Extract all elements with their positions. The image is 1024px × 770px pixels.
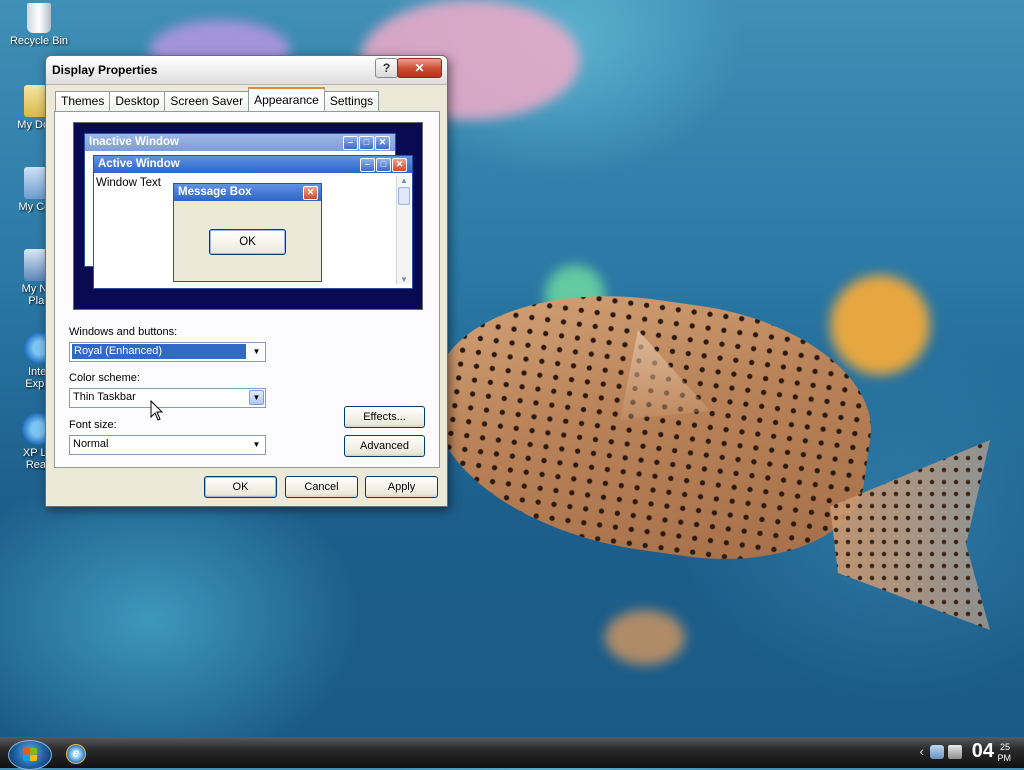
color-scheme-label: Color scheme:	[69, 372, 140, 384]
minimize-icon: –	[343, 136, 358, 150]
recycle-bin-icon	[27, 3, 51, 33]
ok-button[interactable]: OK	[204, 476, 277, 498]
advanced-button[interactable]: Advanced	[344, 435, 425, 457]
color-scheme-select[interactable]: Thin Taskbar ▼	[69, 388, 266, 408]
color-scheme-value: Thin Taskbar	[73, 391, 136, 403]
close-icon: ✕	[414, 61, 425, 75]
preview-message-titlebar: Message Box ✕	[174, 184, 321, 201]
appearance-panel: Inactive Window – □ ✕ Active Window – □ …	[54, 111, 440, 468]
preview-active-title: Active Window	[98, 158, 180, 170]
windows-buttons-label: Windows and buttons:	[69, 326, 178, 338]
help-icon: ?	[382, 61, 391, 75]
tab-screen-saver[interactable]: Screen Saver	[164, 91, 250, 111]
taskbar	[0, 737, 1024, 768]
tab-desktop[interactable]: Desktop	[109, 91, 166, 111]
chevron-down-icon[interactable]: ▼	[249, 390, 264, 405]
wallpaper-fish-orange	[830, 275, 930, 375]
preview-message-box: Message Box ✕ OK	[173, 183, 322, 282]
font-size-label: Font size:	[69, 419, 117, 431]
apply-button[interactable]: Apply	[365, 476, 438, 498]
close-icon: ✕	[303, 186, 318, 200]
maximize-icon: □	[376, 158, 391, 172]
effects-button[interactable]: Effects...	[344, 406, 425, 428]
desktop-icon-recycle-bin[interactable]: Recycle Bin	[0, 3, 78, 47]
windows-logo-icon	[23, 748, 37, 761]
scroll-thumb	[398, 187, 410, 205]
clock-minute: 25	[999, 742, 1010, 752]
appearance-preview: Inactive Window – □ ✕ Active Window – □ …	[73, 122, 423, 310]
preview-inactive-titlebar: Inactive Window – □ ✕	[85, 134, 395, 151]
window-titlebar[interactable]: Display Properties ? ✕	[46, 56, 447, 85]
internet-explorer-icon: e	[72, 746, 80, 760]
font-size-value: Normal	[73, 438, 109, 450]
close-icon: ✕	[375, 136, 390, 150]
network-tray-icon[interactable]	[930, 745, 944, 759]
windows-buttons-select[interactable]: Royal (Enhanced) ▼	[69, 342, 266, 362]
clock-hour[interactable]: 04	[972, 740, 994, 763]
preview-active-titlebar: Active Window – □ ✕	[94, 156, 412, 173]
scroll-down-icon: ▼	[400, 275, 408, 284]
preview-message-title: Message Box	[178, 186, 252, 198]
wallpaper-fish-small	[605, 610, 685, 665]
desktop-icon-label: Recycle Bin	[9, 35, 69, 47]
scroll-up-icon: ▲	[400, 176, 408, 185]
wallpaper-fish-body	[414, 270, 886, 580]
preview-inactive-title: Inactive Window	[89, 136, 179, 148]
volume-tray-icon[interactable]	[948, 745, 962, 759]
tab-themes[interactable]: Themes	[55, 91, 111, 111]
help-button[interactable]: ?	[375, 58, 398, 78]
cancel-button[interactable]: Cancel	[285, 476, 358, 498]
mouse-cursor	[150, 400, 164, 421]
tab-settings[interactable]: Settings	[323, 91, 380, 111]
preview-ok-button: OK	[209, 229, 286, 255]
font-size-select[interactable]: Normal ▼	[69, 435, 266, 455]
clock-ampm: PM	[997, 753, 1012, 763]
chevron-down-icon[interactable]: ▼	[249, 437, 264, 452]
preview-scrollbar: ▲ ▼	[396, 176, 411, 284]
quick-launch-ie[interactable]: e	[66, 744, 86, 764]
tab-strip: Themes Desktop Screen Saver Appearance S…	[55, 87, 380, 111]
preview-window-text: Window Text	[96, 177, 161, 189]
chevron-down-icon[interactable]: ▼	[249, 344, 264, 359]
window-title: Display Properties	[52, 63, 158, 77]
minimize-icon: –	[360, 158, 375, 172]
close-button[interactable]: ✕	[397, 58, 442, 78]
display-properties-window[interactable]: Display Properties ? ✕ Themes Desktop Sc…	[45, 55, 448, 507]
close-icon: ✕	[392, 158, 407, 172]
windows-buttons-value: Royal (Enhanced)	[72, 344, 246, 359]
start-button[interactable]	[8, 740, 52, 770]
tab-appearance[interactable]: Appearance	[248, 87, 325, 111]
tray-expand-chevron-icon[interactable]: ‹	[919, 743, 924, 759]
maximize-icon: □	[359, 136, 374, 150]
